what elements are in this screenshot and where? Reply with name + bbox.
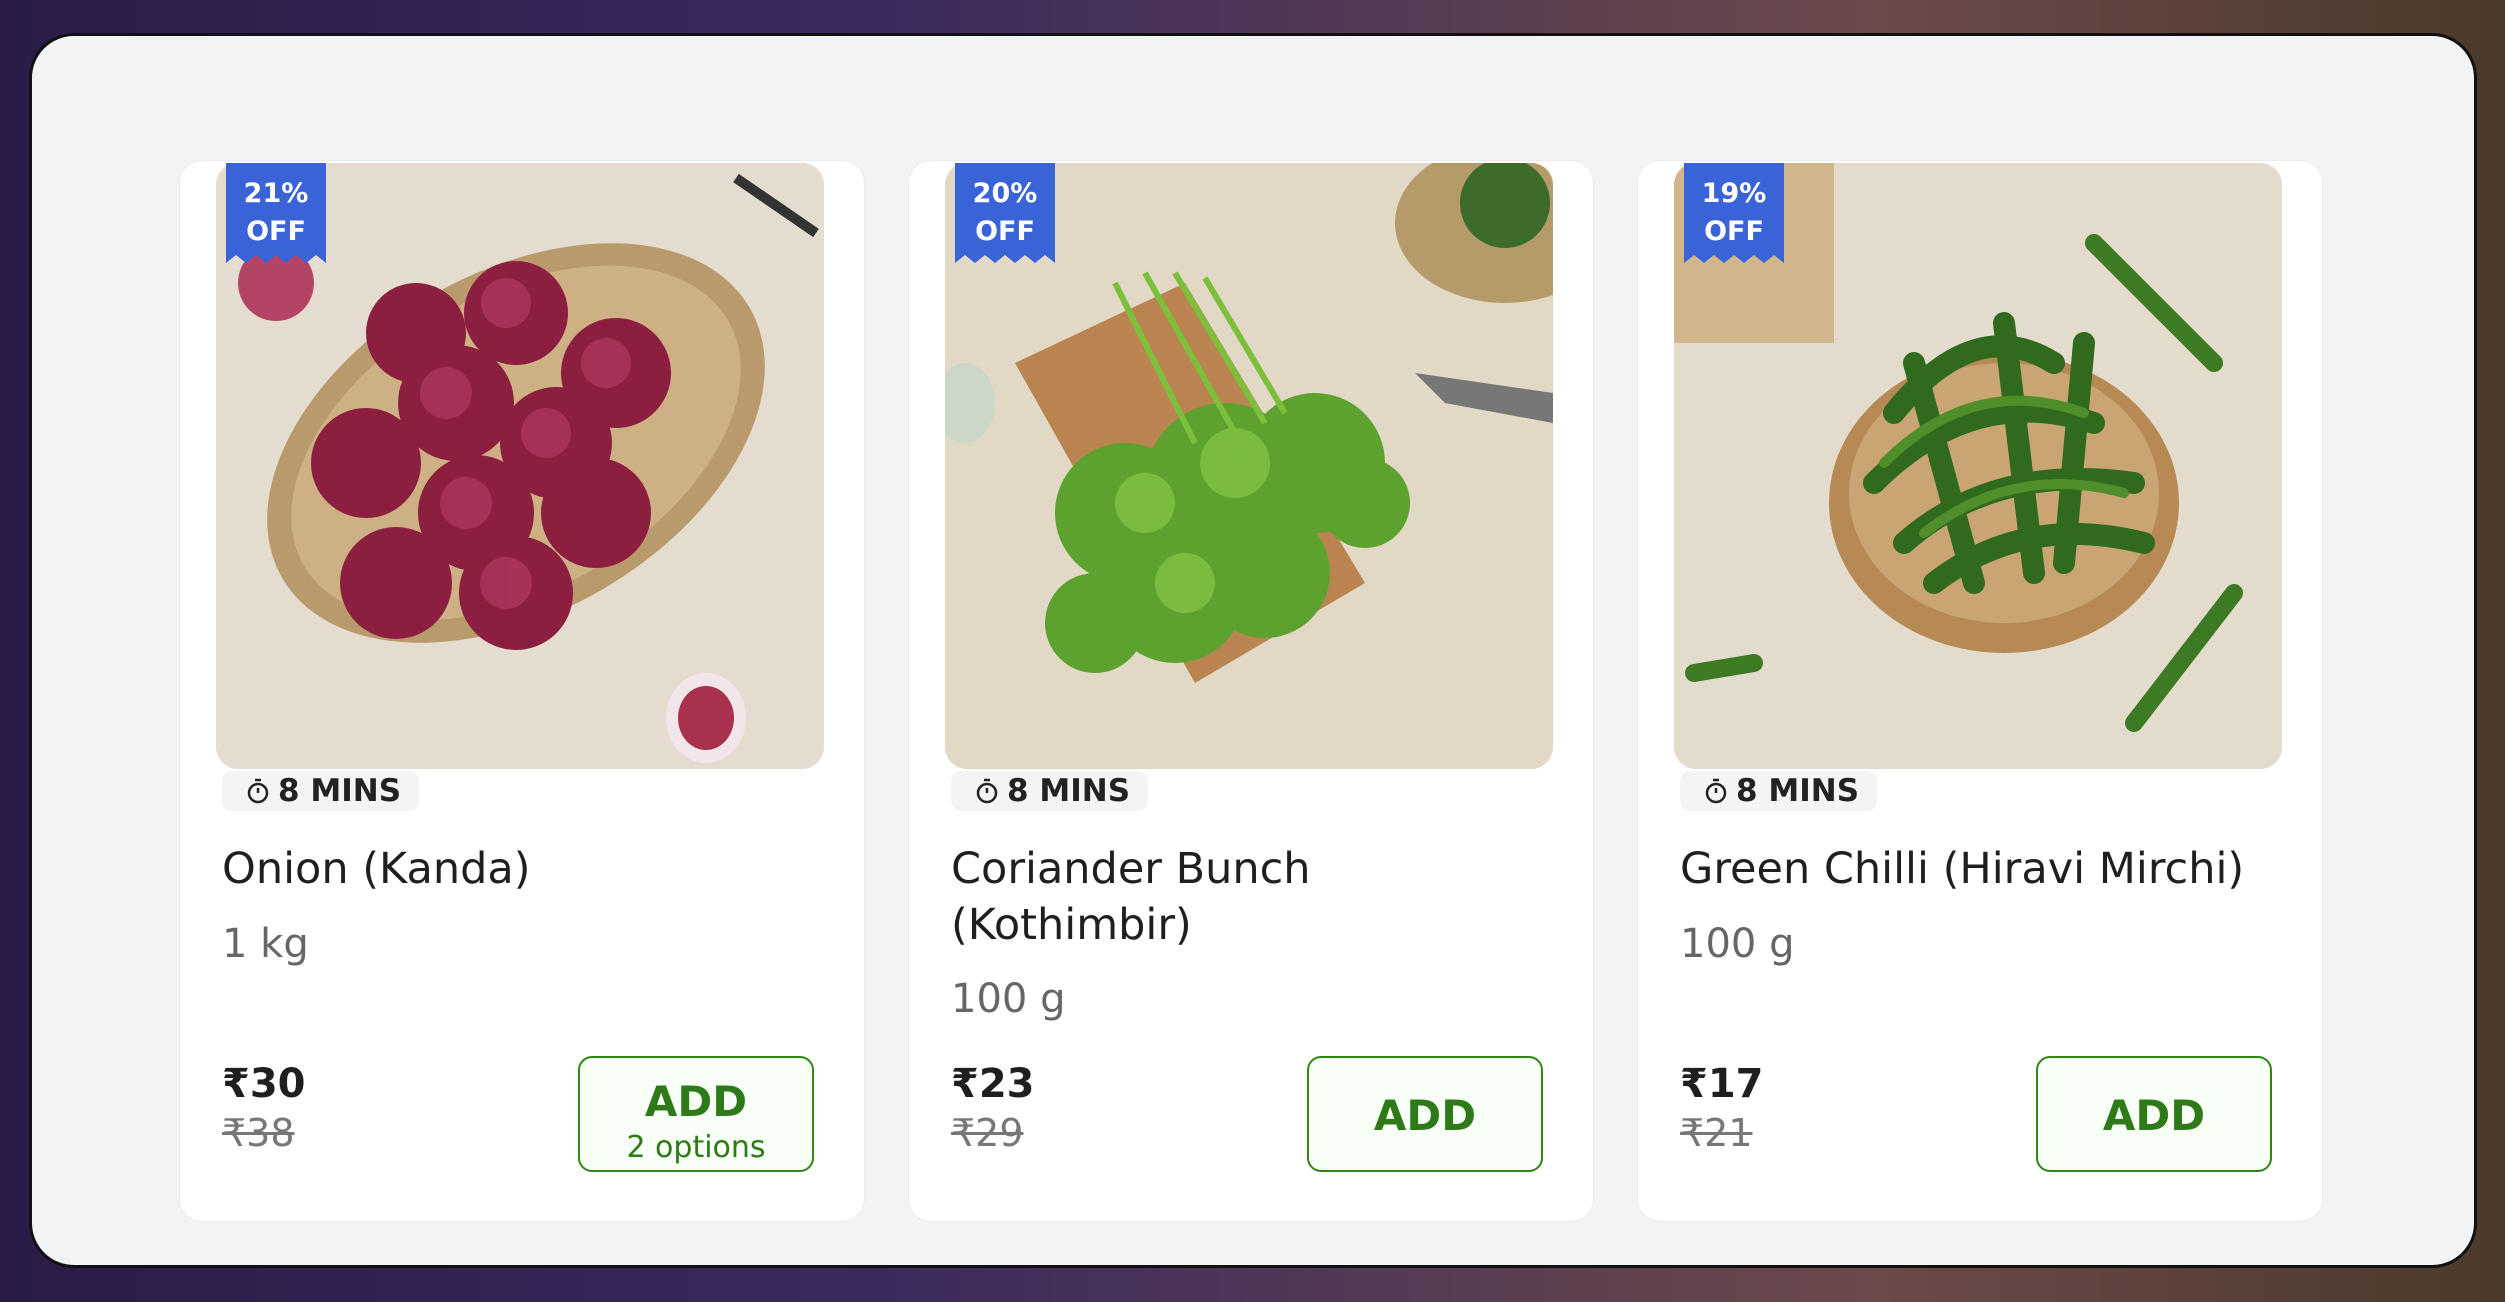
product-card-onion[interactable]: 21% OFF 8 MINS Onion (Kanda) 1 kg ₹30 ₹3… xyxy=(180,161,864,1221)
stopwatch-icon xyxy=(1705,778,1727,804)
product-quantity: 100 g xyxy=(951,976,1066,1022)
delivery-eta: 8 MINS xyxy=(951,771,1149,811)
add-label: ADD xyxy=(1373,1091,1477,1140)
product-panel: 21% OFF 8 MINS Onion (Kanda) 1 kg ₹30 ₹3… xyxy=(29,33,2477,1268)
product-name: Coriander Bunch (Kothimbir) xyxy=(951,844,1311,950)
product-card-green-chilli[interactable]: 19% OFF 8 MINS Green Chilli (Hiravi Mirc… xyxy=(1638,161,2322,1221)
product-price: ₹30 xyxy=(222,1061,306,1107)
discount-off: OFF xyxy=(246,216,306,247)
discount-percent: 20% xyxy=(972,178,1038,209)
product-mrp: ₹21 xyxy=(1680,1111,1753,1155)
discount-badge: 19% OFF xyxy=(1684,163,1784,263)
product-mrp: ₹38 xyxy=(222,1111,295,1155)
eta-text: 8 MINS xyxy=(1736,773,1860,809)
product-price: ₹23 xyxy=(951,1061,1035,1107)
delivery-eta: 8 MINS xyxy=(222,771,420,811)
discount-off: OFF xyxy=(1704,216,1764,247)
product-card-coriander[interactable]: 20% OFF 8 MINS Coriander Bunch (Kothimbi… xyxy=(909,161,1593,1221)
discount-percent: 19% xyxy=(1701,178,1767,209)
product-price: ₹17 xyxy=(1680,1061,1764,1107)
stopwatch-icon xyxy=(247,778,269,804)
product-name: Onion (Kanda) xyxy=(222,844,531,894)
product-mrp: ₹29 xyxy=(951,1111,1024,1155)
discount-badge: 20% OFF xyxy=(955,163,1055,263)
eta-text: 8 MINS xyxy=(1007,773,1131,809)
add-options-label: 2 options xyxy=(626,1130,766,1165)
product-name: Green Chilli (Hiravi Mirchi) xyxy=(1680,844,2245,894)
product-quantity: 100 g xyxy=(1680,921,1795,967)
product-quantity: 1 kg xyxy=(222,921,309,967)
add-label: ADD xyxy=(2102,1091,2206,1140)
discount-badge: 21% OFF xyxy=(226,163,326,263)
discount-off: OFF xyxy=(975,216,1035,247)
add-button[interactable]: ADD 2 options xyxy=(578,1056,814,1172)
delivery-eta: 8 MINS xyxy=(1680,771,1878,811)
stopwatch-icon xyxy=(976,778,998,804)
eta-text: 8 MINS xyxy=(278,773,402,809)
add-button[interactable]: ADD xyxy=(2036,1056,2272,1172)
discount-percent: 21% xyxy=(243,178,309,209)
add-button[interactable]: ADD xyxy=(1307,1056,1543,1172)
add-label: ADD xyxy=(644,1077,748,1126)
